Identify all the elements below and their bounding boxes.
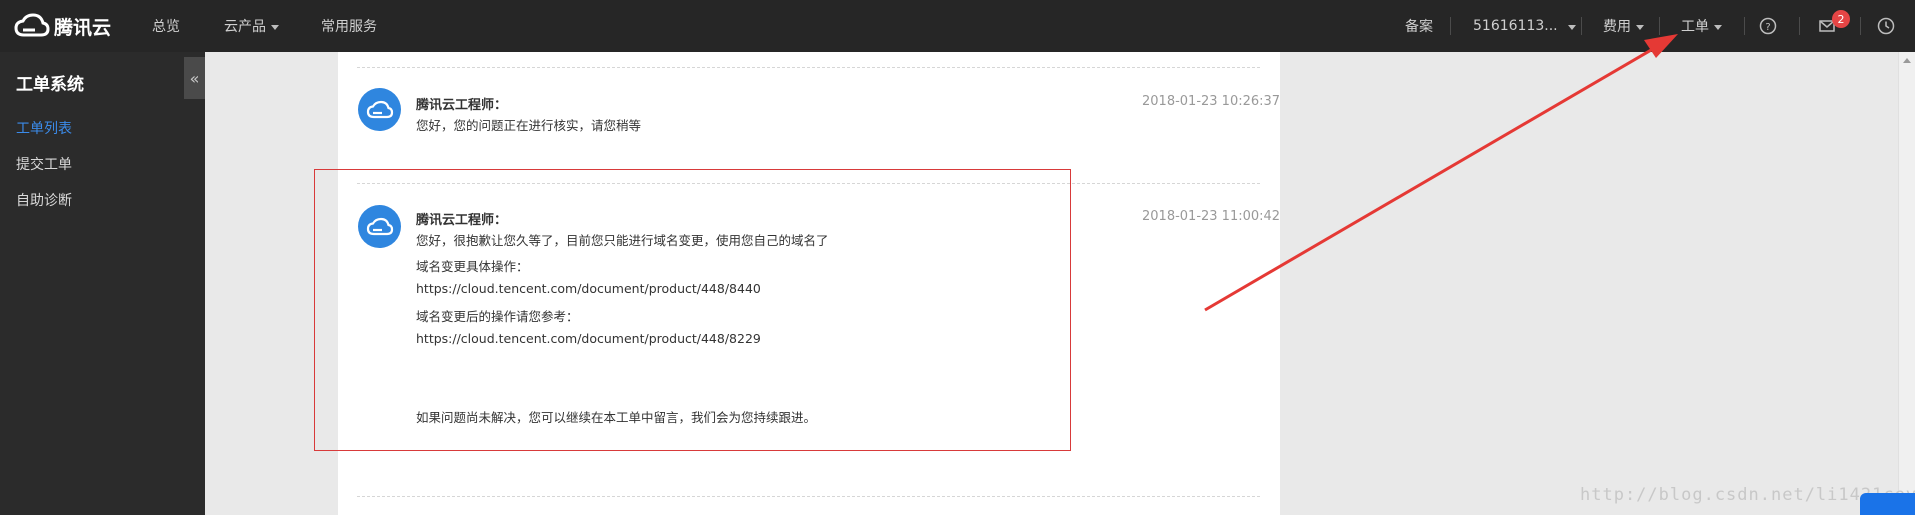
sidebar-item-ticket-list[interactable]: 工单列表 [16, 118, 72, 138]
help-icon: ? [1759, 17, 1777, 35]
message-count-badge: 2 [1832, 10, 1850, 28]
cloud-logo-icon [14, 13, 50, 37]
brand-name: 腾讯云 [54, 16, 112, 39]
message-author: 腾讯云工程师： [416, 98, 508, 113]
nav-divider [1860, 17, 1861, 35]
chevron-down-icon [1567, 24, 1576, 30]
scroll-up-icon[interactable] [1903, 58, 1911, 63]
floating-widget[interactable] [1860, 493, 1915, 515]
nav-services[interactable]: 常用服务 [321, 0, 377, 52]
nav-beian[interactable]: 备案 [1405, 0, 1433, 52]
billing-menu[interactable]: 费用 [1603, 0, 1644, 52]
annotation-highlight-box [314, 169, 1071, 451]
svg-text:?: ? [1765, 22, 1770, 33]
chevron-down-icon [271, 24, 279, 30]
avatar [358, 88, 401, 131]
top-navigation-bar: 腾讯云 总览 云产品 常用服务 备案 51616113... 费用 工单 ? 2 [0, 0, 1915, 52]
nav-divider [1659, 17, 1660, 35]
nav-divider [1581, 17, 1582, 35]
message-divider [357, 496, 1260, 497]
tickets-menu[interactable]: 工单 [1681, 0, 1722, 52]
account-menu[interactable]: 51616113... [1473, 0, 1576, 52]
nav-divider [1450, 17, 1451, 35]
history-button[interactable] [1875, 15, 1897, 37]
nav-products[interactable]: 云产品 [224, 0, 279, 52]
chevron-down-icon [1714, 24, 1722, 30]
nav-overview[interactable]: 总览 [152, 0, 180, 52]
billing-label: 费用 [1603, 19, 1631, 35]
nav-divider [1799, 17, 1800, 35]
chevron-down-icon [1636, 24, 1644, 30]
help-button[interactable]: ? [1757, 15, 1779, 37]
account-id: 51616113... [1473, 18, 1558, 34]
message-divider [357, 67, 1260, 68]
brand-logo[interactable]: 腾讯云 [14, 11, 111, 41]
message-timestamp: 2018-01-23 10:26:37 [1142, 94, 1281, 109]
sidebar: 工单系统 工单列表 提交工单 自助诊断 [0, 52, 205, 515]
message-text: 您好，您的问题正在进行核实，请您稍等 [416, 118, 642, 133]
nav-divider [1744, 17, 1745, 35]
sidebar-title: 工单系统 [16, 75, 84, 95]
sidebar-item-self-diagnosis[interactable]: 自助诊断 [16, 190, 72, 210]
tickets-label: 工单 [1681, 19, 1709, 35]
nav-products-label: 云产品 [224, 19, 266, 35]
page-scrollbar[interactable] [1898, 52, 1915, 515]
sidebar-collapse-button[interactable]: « [184, 57, 205, 99]
message-timestamp: 2018-01-23 11:00:42 [1142, 209, 1281, 224]
cloud-logo-icon [366, 100, 393, 118]
sidebar-item-submit-ticket[interactable]: 提交工单 [16, 154, 72, 174]
clock-icon [1877, 17, 1895, 35]
